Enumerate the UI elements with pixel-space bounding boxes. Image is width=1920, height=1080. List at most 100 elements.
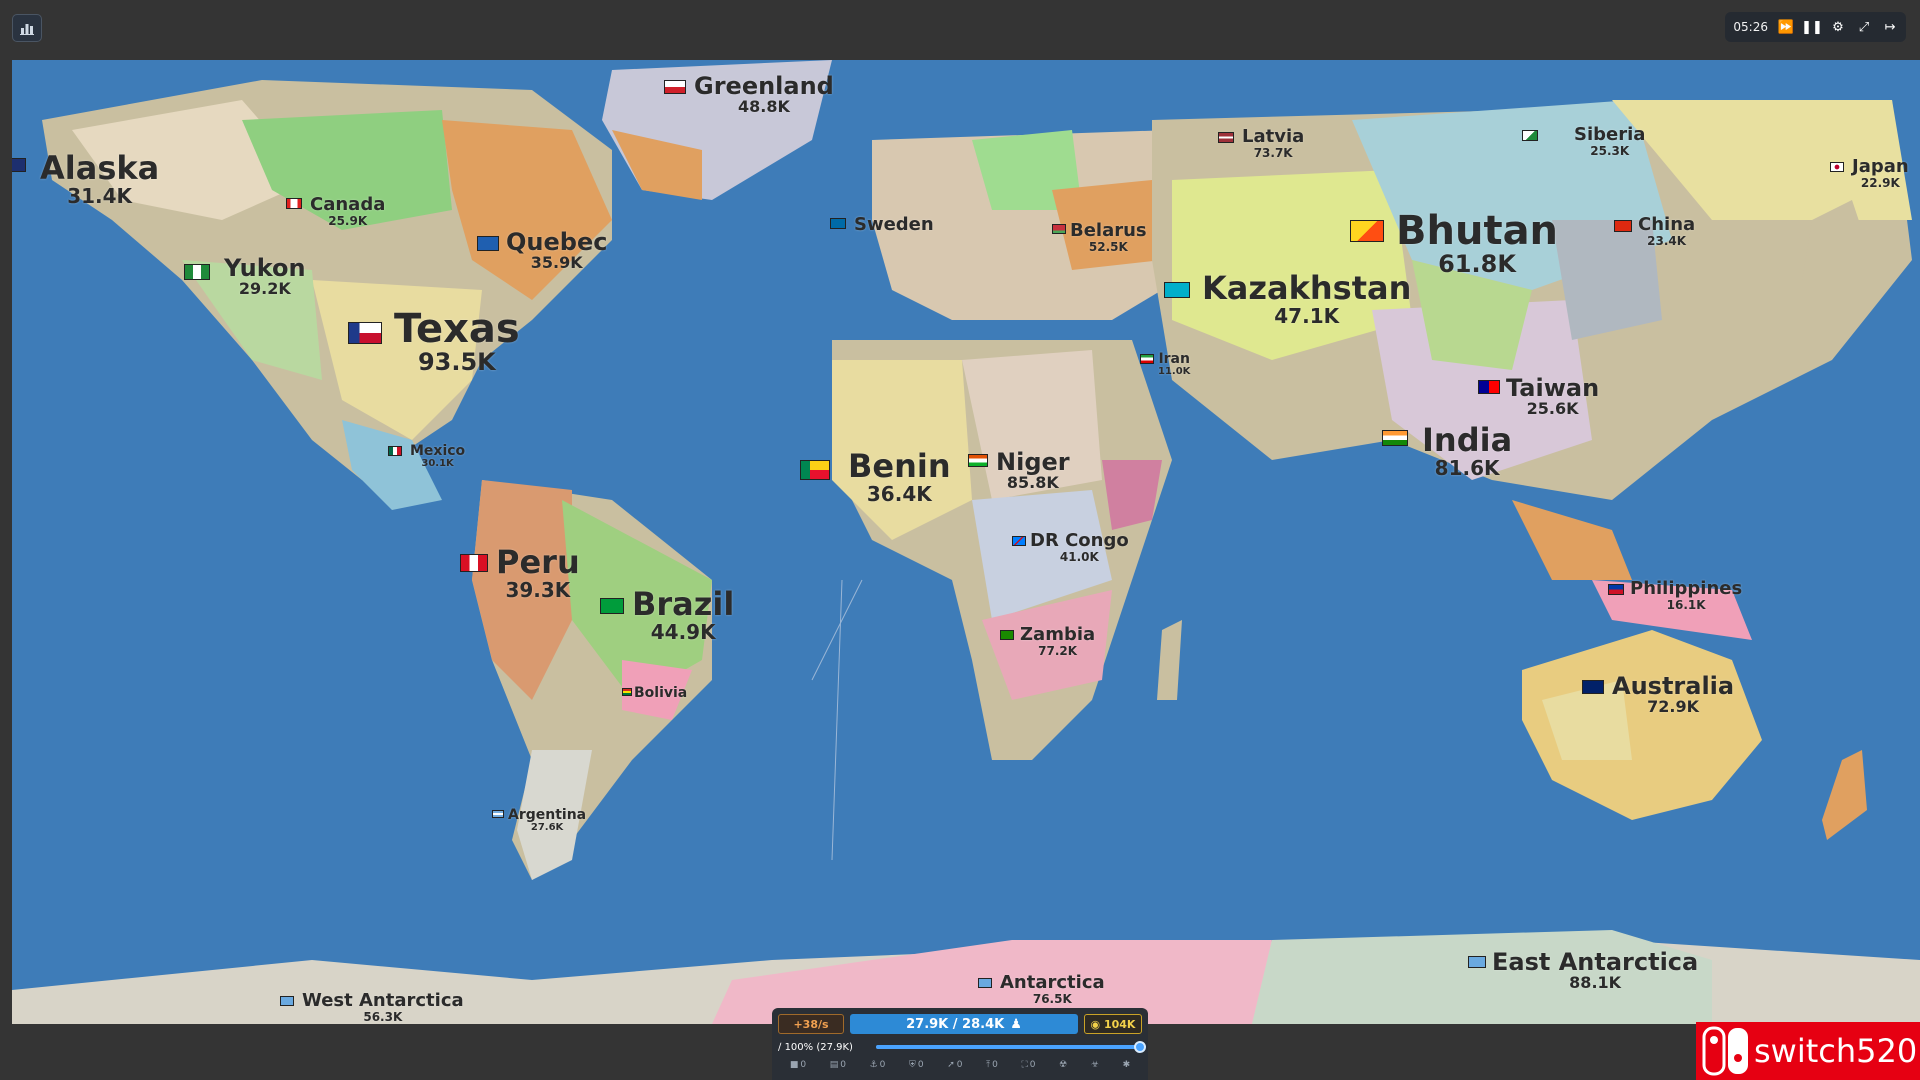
flag-benin bbox=[800, 460, 830, 480]
territory-argentina[interactable]: Argentina 27.6K bbox=[508, 808, 586, 833]
city-icon: ■ bbox=[789, 1060, 799, 1070]
territory-sweden[interactable]: Sweden bbox=[854, 215, 934, 235]
territory-australia[interactable]: Australia 72.9K bbox=[1612, 673, 1734, 716]
game-timer: 05:26 bbox=[1733, 20, 1768, 34]
flag-quebec bbox=[477, 236, 499, 251]
territory-latvia[interactable]: Latvia 73.7K bbox=[1242, 127, 1304, 159]
flag-bhutan bbox=[1350, 220, 1384, 242]
flag-brazil bbox=[600, 598, 624, 614]
slider-knob[interactable] bbox=[1134, 1041, 1146, 1053]
nuke-icon: ☢ bbox=[1059, 1060, 1068, 1070]
control-panel: +38/s 27.9K / 28.4K ♟ ◉ 104K ∕ 100% (27.… bbox=[772, 1008, 1148, 1080]
build-warship-button[interactable]: ⛶ 0 bbox=[1021, 1060, 1035, 1070]
gear-icon[interactable]: ⚙ bbox=[1830, 19, 1846, 35]
territory-bhutan[interactable]: Bhutan 61.8K bbox=[1396, 210, 1558, 277]
flag-sweden bbox=[830, 218, 846, 229]
flag-canada bbox=[286, 198, 302, 209]
territory-greenland[interactable]: Greenland 48.8K bbox=[694, 73, 834, 116]
attack-ratio-slider[interactable] bbox=[876, 1041, 1146, 1053]
territory-quebec[interactable]: Quebec 35.9K bbox=[506, 229, 607, 272]
flag-latvia bbox=[1218, 132, 1234, 143]
warship-icon: ⛶ bbox=[1021, 1060, 1028, 1070]
territory-taiwan[interactable]: Taiwan 25.6K bbox=[1506, 375, 1599, 418]
flag-philippines bbox=[1608, 584, 1624, 595]
territory-peru[interactable]: Peru 39.3K bbox=[496, 545, 580, 601]
build-menu: ■ 0 ▤ 0 ⚓ 0 ⛨ 0 ➚ 0 ⤒ 0 ⛶ 0 ☢ ☣ ✱ bbox=[778, 1060, 1142, 1070]
slider-fill bbox=[876, 1045, 1142, 1049]
build-sam-launcher-button[interactable]: ⤒ 0 bbox=[986, 1060, 998, 1070]
world-map[interactable]: Alaska 31.4K Canada 25.9K Greenland 48.8… bbox=[12, 60, 1920, 1024]
sam-launcher-icon: ⤒ bbox=[986, 1060, 991, 1070]
build-factory-button[interactable]: ▤ 0 bbox=[830, 1060, 846, 1070]
territory-alaska[interactable]: Alaska 31.4K bbox=[40, 151, 159, 207]
mirv-icon: ✱ bbox=[1122, 1060, 1131, 1070]
pause-icon[interactable]: ❚❚ bbox=[1801, 19, 1823, 35]
bar-chart-icon bbox=[20, 24, 34, 35]
territory-antarctica[interactable]: Antarctica 76.5K bbox=[1000, 973, 1105, 1005]
flag-peru bbox=[460, 554, 488, 572]
territory-texas[interactable]: Texas 93.5K bbox=[394, 308, 520, 375]
territory-niger[interactable]: Niger 85.8K bbox=[996, 449, 1070, 492]
flag-india bbox=[1382, 430, 1408, 446]
territory-west-antarctica[interactable]: West Antarctica 56.3K bbox=[302, 991, 464, 1023]
territory-india[interactable]: India 81.6K bbox=[1422, 423, 1512, 479]
watermark-text: switch520 bbox=[1754, 1032, 1918, 1070]
territory-kazakhstan[interactable]: Kazakhstan 47.1K bbox=[1202, 271, 1411, 327]
port-icon: ⚓ bbox=[869, 1060, 878, 1070]
territory-yukon[interactable]: Yukon 29.2K bbox=[224, 255, 306, 298]
territory-mexico[interactable]: Mexico 30.1K bbox=[410, 444, 465, 469]
territory-belarus[interactable]: Belarus 52.5K bbox=[1070, 221, 1147, 253]
flag-yukon bbox=[184, 264, 210, 280]
build-hydrogen-bomb-button[interactable]: ☣ bbox=[1091, 1060, 1099, 1070]
flag-kazakhstan bbox=[1164, 282, 1190, 298]
build-port-button[interactable]: ⚓ 0 bbox=[870, 1060, 886, 1070]
troop-count-bar: 27.9K / 28.4K ♟ bbox=[850, 1014, 1078, 1034]
flag-iran bbox=[1140, 354, 1154, 364]
territory-brazil[interactable]: Brazil 44.9K bbox=[632, 587, 734, 643]
flag-mexico bbox=[388, 446, 402, 456]
flag-east-antarctica bbox=[1468, 956, 1486, 968]
flag-texas bbox=[348, 322, 382, 344]
territory-zambia[interactable]: Zambia 77.2K bbox=[1020, 625, 1095, 657]
build-city-button[interactable]: ■ 0 bbox=[790, 1060, 806, 1070]
troop-icon: ♟ bbox=[1010, 1016, 1022, 1032]
territory-china[interactable]: China 23.4K bbox=[1638, 215, 1695, 247]
build-defense-post-button[interactable]: ⛨ 0 bbox=[909, 1060, 924, 1070]
missile-silo-icon: ➚ bbox=[947, 1060, 955, 1070]
flag-belarus bbox=[1052, 224, 1066, 234]
territory-japan[interactable]: Japan 22.9K bbox=[1852, 157, 1909, 189]
flag-australia bbox=[1582, 680, 1604, 694]
stats-button[interactable] bbox=[12, 14, 42, 42]
troop-income: +38/s bbox=[778, 1014, 844, 1034]
territory-iran[interactable]: Iran 11.0K bbox=[1158, 352, 1190, 377]
flag-niger bbox=[968, 454, 988, 467]
territory-bolivia[interactable]: Bolivia bbox=[634, 686, 687, 701]
build-nuke-button[interactable]: ☢ bbox=[1059, 1060, 1067, 1070]
territory-east-antarctica[interactable]: East Antarctica 88.1K bbox=[1492, 949, 1698, 992]
gold-counter: ◉ 104K bbox=[1084, 1014, 1142, 1034]
top-controls: 05:26 ⏩ ❚❚ ⚙ ⤢ ↦ bbox=[1725, 12, 1906, 42]
defense-post-icon: ⛨ bbox=[909, 1060, 916, 1070]
game-screen: 05:26 ⏩ ❚❚ ⚙ ⤢ ↦ Alaska 31.4K Canada 25.… bbox=[0, 0, 1920, 1080]
flag-china bbox=[1614, 220, 1632, 232]
build-missile-silo-button[interactable]: ➚ 0 bbox=[947, 1060, 962, 1070]
watermark: switch520 bbox=[1696, 1022, 1920, 1080]
territory-dr-congo[interactable]: DR Congo 41.0K bbox=[1030, 531, 1129, 563]
territory-canada[interactable]: Canada 25.9K bbox=[310, 195, 385, 227]
sword-icon: ∕ bbox=[778, 1041, 782, 1053]
flag-zambia bbox=[1000, 630, 1014, 640]
flag-alaska bbox=[12, 158, 26, 172]
flag-antarctica bbox=[978, 978, 992, 988]
flag-dr-congo bbox=[1012, 536, 1026, 546]
switch-logo-icon bbox=[1702, 1026, 1750, 1076]
build-mirv-button[interactable]: ✱ bbox=[1123, 1060, 1131, 1070]
exit-icon[interactable]: ↦ bbox=[1882, 19, 1898, 35]
territory-siberia[interactable]: Siberia 25.3K bbox=[1574, 125, 1645, 157]
flag-bolivia bbox=[622, 688, 632, 696]
fast-forward-icon[interactable]: ⏩ bbox=[1778, 19, 1794, 35]
fullscreen-icon[interactable]: ⤢ bbox=[1856, 19, 1872, 35]
gold-coin-icon: ◉ bbox=[1090, 1017, 1104, 1031]
territory-benin[interactable]: Benin 36.4K bbox=[848, 449, 951, 505]
territory-philippines[interactable]: Philippines 16.1K bbox=[1630, 579, 1742, 611]
factory-icon: ▤ bbox=[829, 1060, 839, 1070]
